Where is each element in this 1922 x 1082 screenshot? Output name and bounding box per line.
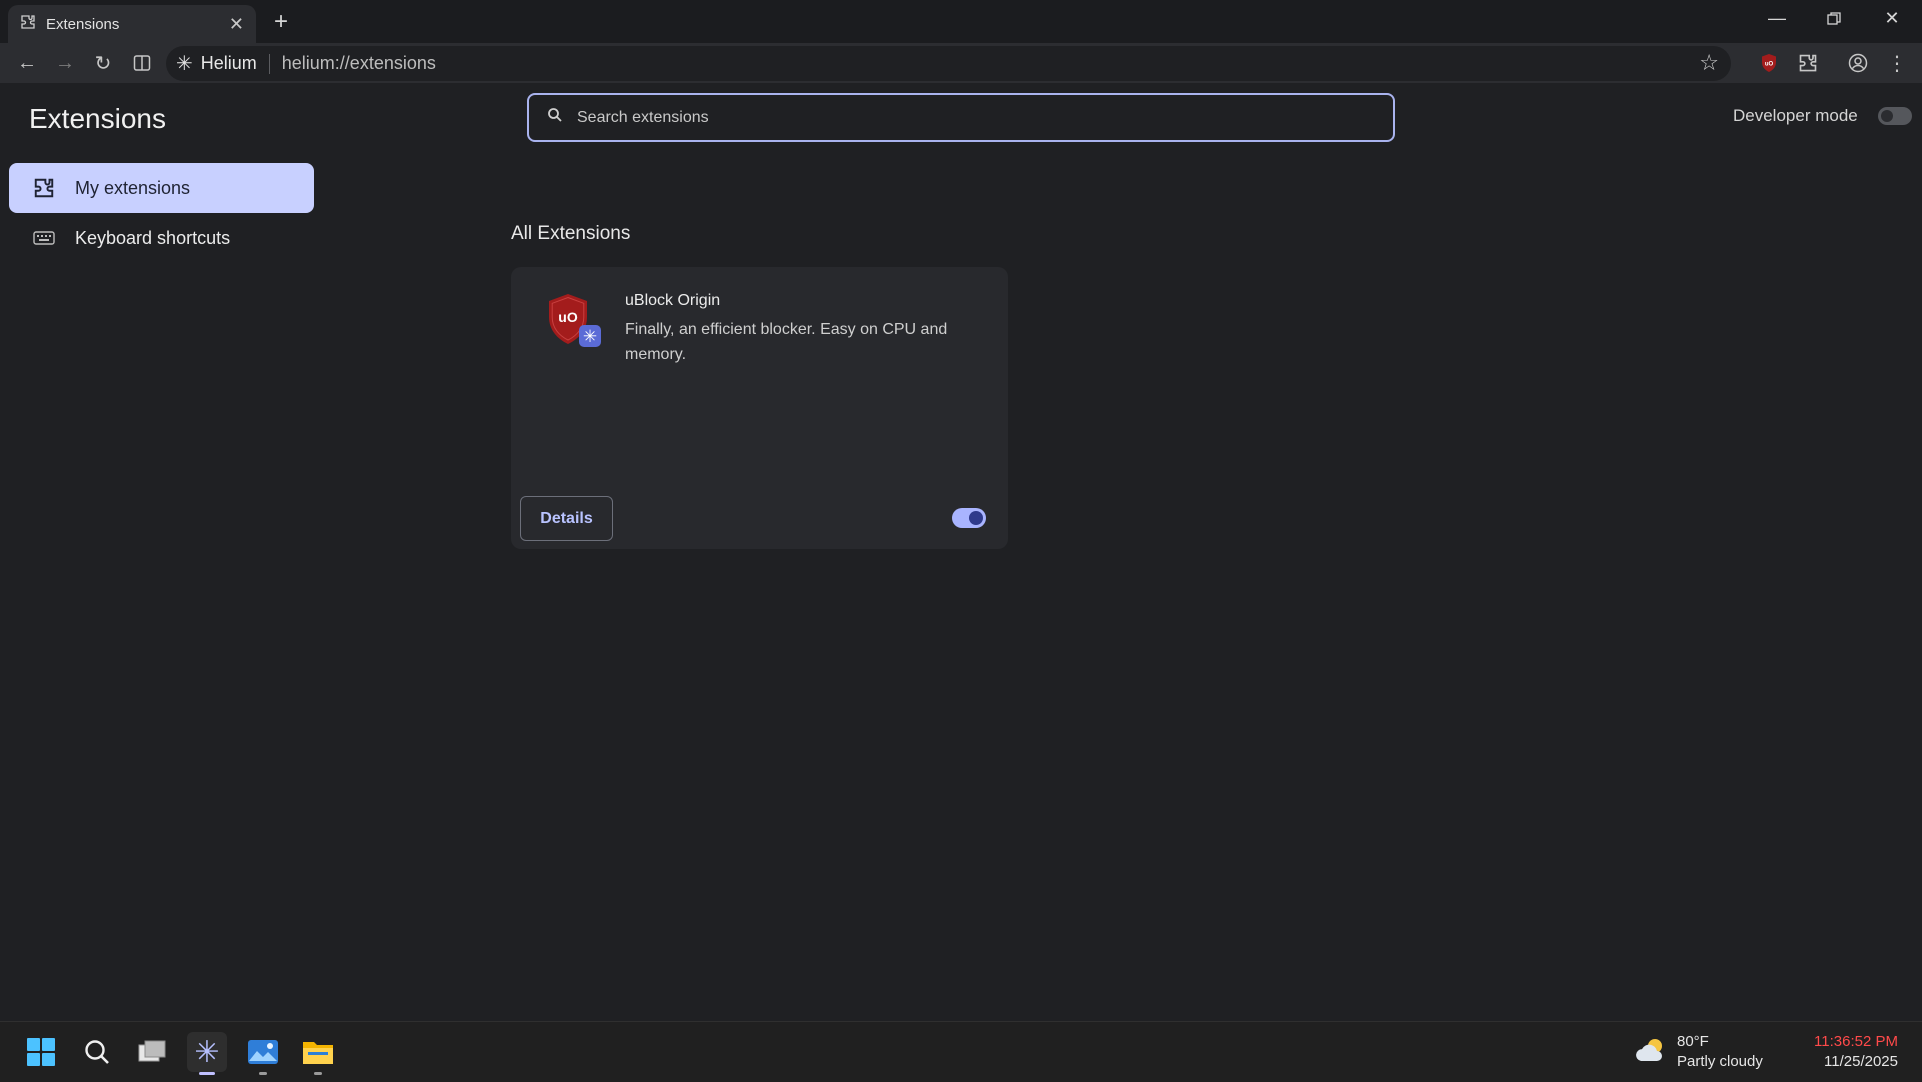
sidebar-item-label: My extensions [75, 177, 191, 198]
search-icon [547, 107, 563, 128]
site-name: Helium [200, 53, 257, 73]
helium-browser-taskbar-icon[interactable]: ✳ [187, 1032, 227, 1075]
puzzle-icon [20, 14, 36, 35]
active-indicator [199, 1072, 215, 1075]
ublock-origin-icon: uO ✳ [543, 291, 603, 351]
search-box[interactable] [527, 93, 1395, 142]
new-tab-button[interactable]: + [268, 8, 294, 36]
file-explorer-icon[interactable] [298, 1032, 338, 1075]
photos-app-icon[interactable] [243, 1032, 283, 1075]
system-clock[interactable]: 11:36:52 PM 11/25/2025 [1814, 1032, 1898, 1072]
toggle-knob [1880, 110, 1893, 122]
restore-icon[interactable] [1819, 8, 1849, 31]
back-icon[interactable]: ← [12, 49, 42, 77]
reload-icon[interactable]: ↻ [88, 49, 118, 77]
developer-mode-toggle[interactable] [1877, 107, 1912, 125]
keyboard-icon [31, 230, 57, 246]
weather-widget[interactable]: 80°F Partly cloudy [1635, 1032, 1763, 1072]
forward-icon[interactable]: → [50, 49, 80, 77]
extensions-puzzle-icon[interactable] [1793, 49, 1823, 77]
taskbar: ✳ 80°F Partly cloudy 11:36:52 PM 11/25/2… [0, 1021, 1922, 1082]
windows-start-icon[interactable] [21, 1032, 61, 1072]
address-bar[interactable]: ✳ Helium helium://extensions ☆ [166, 46, 1731, 81]
tab-title: Extensions [46, 15, 120, 33]
weather-text: 80°F Partly cloudy [1677, 1032, 1763, 1072]
task-view-icon[interactable] [132, 1032, 172, 1072]
extension-description: Finally, an efficient blocker. Easy on C… [625, 321, 948, 363]
clock-date: 11/25/2025 [1824, 1053, 1898, 1070]
svg-text:uO: uO [1765, 62, 1774, 68]
extension-enable-toggle[interactable] [952, 508, 986, 528]
running-indicator [314, 1072, 322, 1075]
close-window-icon[interactable]: ✕ [1877, 8, 1907, 29]
split-view-icon[interactable] [127, 49, 157, 77]
section-title: All Extensions [511, 223, 631, 244]
url-text: helium://extensions [281, 53, 436, 73]
bookmark-star-icon[interactable]: ☆ [1699, 50, 1719, 76]
sidebar-item-my-extensions[interactable]: My extensions [9, 163, 314, 213]
running-indicator [259, 1072, 267, 1075]
page-title: Extensions [29, 103, 166, 134]
tab-strip: Extensions ✕ + — ✕ [0, 0, 1922, 43]
svg-text:uO: uO [558, 309, 578, 325]
helium-icon: ✳ [194, 1035, 220, 1069]
minimize-icon[interactable]: — [1762, 8, 1792, 29]
weather-desc: Partly cloudy [1677, 1053, 1763, 1070]
extension-card: uO ✳ uBlock Origin Finally, an efficient… [511, 267, 1008, 549]
profile-icon[interactable] [1843, 49, 1873, 77]
weather-temp: 80°F [1677, 1033, 1709, 1050]
browser-toolbar: ← → ↻ ✳ Helium helium://extensions ☆ uO … [0, 43, 1922, 83]
details-button[interactable]: Details [520, 496, 613, 541]
sidebar-item-keyboard-shortcuts[interactable]: Keyboard shortcuts [9, 213, 314, 263]
developer-mode-label: Developer mode [1733, 106, 1858, 125]
toggle-knob [969, 511, 983, 525]
extension-name: uBlock Origin [625, 292, 721, 309]
puzzle-icon [31, 177, 57, 199]
developer-mode-control: Developer mode [1733, 106, 1912, 126]
svg-text:✳: ✳ [583, 327, 597, 347]
ublock-toolbar-icon[interactable]: uO [1754, 49, 1784, 77]
close-tab-icon[interactable]: ✕ [229, 14, 244, 35]
extensions-page: Extensions My extensions Keyboard shortc… [0, 83, 1922, 1021]
clock-time: 11:36:52 PM [1814, 1033, 1898, 1050]
helium-icon: ✳ [176, 53, 193, 75]
search-input[interactable] [577, 108, 1393, 127]
menu-kebab-icon[interactable]: ⋮ [1882, 49, 1912, 77]
tab-extensions[interactable]: Extensions ✕ [8, 5, 256, 43]
partly-cloudy-icon [1635, 1035, 1669, 1070]
divider [268, 53, 270, 74]
search-icon[interactable] [77, 1032, 117, 1072]
sidebar-item-label: Keyboard shortcuts [75, 227, 231, 248]
